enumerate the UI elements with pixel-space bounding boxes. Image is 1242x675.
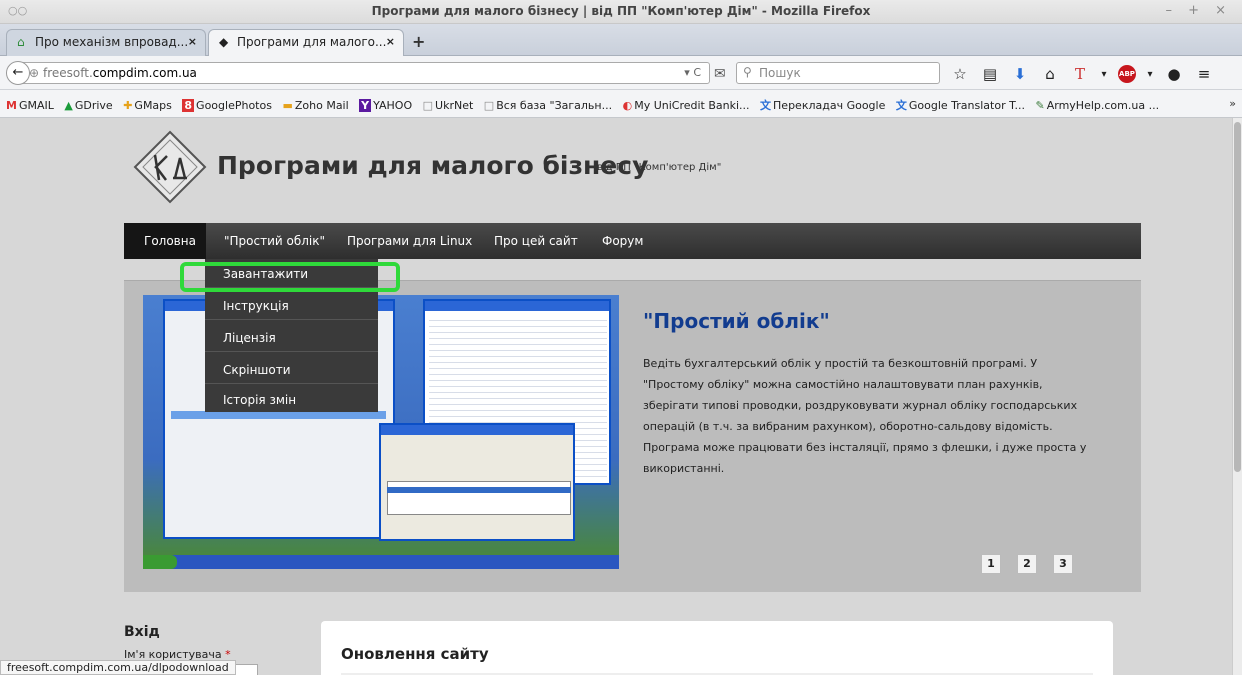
home-icon[interactable]: ⌂ bbox=[1040, 65, 1060, 83]
close-tab-icon[interactable]: × bbox=[188, 35, 197, 48]
search-placeholder: Пошук bbox=[759, 66, 801, 80]
menu-item-home[interactable]: Головна bbox=[124, 223, 206, 259]
status-bar: freesoft.compdim.com.ua/dlpodownload bbox=[0, 660, 236, 675]
slide-page-1[interactable]: 1 bbox=[981, 554, 1001, 574]
submenu-item-screenshots[interactable]: Скріншоти bbox=[223, 363, 291, 377]
tab-bar: ⌂ Про механізм впровад... × ◆ Програми для… bbox=[0, 24, 1242, 56]
username-input[interactable] bbox=[234, 664, 258, 675]
bookmark-google-translator[interactable]: 文 Google Translator T... bbox=[896, 97, 1025, 113]
tab-programs[interactable]: ◆ Програми для малого... × bbox=[208, 29, 404, 56]
login-heading: Вхід bbox=[124, 624, 160, 640]
search-icon: ⚲ bbox=[743, 65, 752, 79]
bookmark-armyhelp[interactable]: ✎ ArmyHelp.com.ua ... bbox=[1036, 99, 1160, 112]
bookmark-yahoo[interactable]: Y YAHOO bbox=[359, 99, 412, 112]
download-icon[interactable]: ⬇ bbox=[1010, 65, 1030, 83]
scrollbar-thumb[interactable] bbox=[1234, 122, 1241, 472]
news-panel: Оновлення сайту bbox=[321, 621, 1113, 675]
bookmark-gdrive[interactable]: ▲ GDrive bbox=[64, 99, 112, 112]
menu-icon[interactable]: ≡ bbox=[1194, 65, 1214, 83]
bookmark-gmaps[interactable]: ✚ GMaps bbox=[123, 99, 172, 112]
page-content: Програми для малого бізнесу від ПП "Комп… bbox=[0, 118, 1232, 675]
menu-item-linux-programs[interactable]: Програми для Linux bbox=[347, 234, 472, 248]
slide-page-2[interactable]: 2 bbox=[1017, 554, 1037, 574]
back-button[interactable]: ← bbox=[6, 61, 30, 85]
window-controls[interactable]: – + × bbox=[1165, 3, 1232, 18]
tab-label: Про механізм впровад... bbox=[35, 35, 189, 49]
dropdown-arrow-icon[interactable]: ▾ bbox=[1100, 69, 1108, 80]
menu-item-prostyi-oblik[interactable]: "Простий облік" bbox=[224, 234, 325, 248]
toolbar-icons: ☆ ▤ ⬇ ⌂ T ▾ ABP ▾ ● ≡ bbox=[950, 63, 1214, 85]
submenu-item-instructions[interactable]: Інструкція bbox=[223, 299, 289, 313]
bookmark-unicredit[interactable]: ◐ My UniCredit Banki... bbox=[623, 99, 750, 112]
slide-page-3[interactable]: 3 bbox=[1053, 554, 1073, 574]
submenu-item-license[interactable]: Ліцензія bbox=[223, 331, 276, 345]
slide-title[interactable]: "Простий облік" bbox=[643, 309, 830, 333]
site-title[interactable]: Програми для малого бізнесу bbox=[217, 151, 648, 180]
bookmark-zoho-mail[interactable]: ▬ Zoho Mail bbox=[282, 99, 348, 112]
slide-description: Ведіть бухгалтерський облік у простій та… bbox=[643, 357, 1087, 475]
bookmark-perekladach[interactable]: 文 Перекладач Google bbox=[760, 97, 885, 113]
new-tab-button[interactable]: + bbox=[412, 32, 425, 51]
menu-item-about[interactable]: Про цей сайт bbox=[494, 234, 578, 248]
bookmark-ukrnet[interactable]: □ UkrNet bbox=[423, 99, 474, 112]
menu-item-forum[interactable]: Форум bbox=[602, 234, 643, 248]
tab-mechanism[interactable]: ⌂ Про механізм впровад... × bbox=[6, 29, 206, 56]
adblock-icon[interactable]: ABP bbox=[1118, 65, 1136, 83]
site-favicon-icon: ◆ bbox=[219, 35, 229, 49]
close-tab-icon[interactable]: × bbox=[386, 35, 395, 48]
tab-label: Програми для малого... bbox=[237, 35, 387, 49]
window-title: Програми для малого бізнесу | від ПП "Ко… bbox=[371, 4, 871, 18]
bookmark-vsya-baza[interactable]: □ Вся база "Загальн... bbox=[484, 99, 612, 112]
bookmark-gmail[interactable]: M GMAIL bbox=[6, 99, 54, 112]
submenu-item-changelog[interactable]: Історія змін bbox=[223, 393, 296, 407]
bookmarks-toolbar: M GMAIL ▲ GDrive ✚ GMaps 8 GooglePhotos ▬ Zoh… bbox=[0, 90, 1242, 118]
window-titlebar: ○○ Програми для малого бізнесу | від ПП … bbox=[0, 0, 1242, 24]
translate-icon[interactable]: T bbox=[1070, 65, 1090, 83]
bookmarks-overflow-icon[interactable]: » bbox=[1229, 97, 1236, 110]
url-host: compdim.com.ua bbox=[92, 66, 197, 80]
dropdown-arrow-icon[interactable]: ▾ bbox=[1146, 69, 1154, 80]
globe-icon: ⊕ bbox=[29, 66, 40, 80]
main-menu: Головна "Простий облік" Програми для Lin… bbox=[124, 223, 1141, 259]
page-scrollbar[interactable] bbox=[1232, 118, 1242, 675]
screenshot-window-entries bbox=[379, 423, 575, 541]
bookmark-googlephotos[interactable]: 8 GooglePhotos bbox=[182, 99, 272, 112]
navigation-bar: ⊕ freesoft.compdim.com.ua ▾ C ← ✉ ⚲ Пошу… bbox=[0, 56, 1242, 90]
mail-icon[interactable]: ✉ bbox=[714, 66, 726, 82]
site-subtitle: від ПП "Комп'ютер Дім" bbox=[597, 162, 722, 173]
chat-icon[interactable]: ● bbox=[1164, 65, 1184, 83]
news-title[interactable]: Оновлення сайту bbox=[341, 645, 489, 663]
house-icon: ⌂ bbox=[17, 35, 25, 49]
search-input[interactable]: ⚲ Пошук bbox=[736, 62, 940, 84]
site-logo[interactable] bbox=[133, 130, 207, 204]
reading-list-icon[interactable]: ▤ bbox=[980, 65, 1000, 83]
url-bar[interactable]: ⊕ freesoft.compdim.com.ua ▾ C bbox=[20, 62, 710, 84]
url-prefix: freesoft. bbox=[43, 66, 93, 80]
download-highlight bbox=[180, 262, 400, 292]
bookmark-star-icon[interactable]: ☆ bbox=[950, 65, 970, 83]
reload-icon[interactable]: ▾ C bbox=[684, 66, 701, 79]
